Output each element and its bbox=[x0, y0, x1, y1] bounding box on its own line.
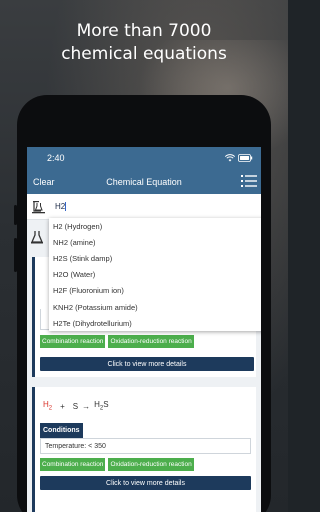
menu-list-icon[interactable] bbox=[241, 174, 257, 188]
suggestion-item[interactable]: H2S (Stink damp) bbox=[49, 250, 261, 266]
status-bar: 2:40 bbox=[27, 147, 261, 169]
suggestion-item[interactable]: KNH2 (Potassium amide) bbox=[49, 299, 261, 315]
phone-side-button bbox=[14, 238, 17, 272]
reaction-tag[interactable]: Combination reaction bbox=[40, 458, 106, 471]
suggestion-item[interactable]: NH2 (amine) bbox=[49, 234, 261, 250]
conditions-tab: Conditions bbox=[40, 423, 83, 438]
nav-bar: Clear Chemical Equation bbox=[27, 169, 261, 194]
reaction-arrow: → bbox=[82, 401, 91, 411]
flask-icon bbox=[32, 200, 45, 213]
reaction-tags: Combination reaction Oxidation-reduction… bbox=[35, 335, 199, 348]
clear-button[interactable]: Clear bbox=[33, 177, 55, 187]
reactant: S bbox=[72, 401, 79, 411]
status-time: 2:40 bbox=[47, 153, 65, 163]
condition-text: Temperature: < 350 bbox=[40, 438, 251, 454]
nav-title: Chemical Equation bbox=[106, 176, 182, 187]
view-details-button[interactable]: Click to view more details bbox=[40, 357, 254, 371]
suggestion-dropdown: H2 (Hydrogen) NH2 (amine) H2S (Stink dam… bbox=[49, 218, 261, 332]
reaction-tag[interactable]: Oxidation-reduction reaction bbox=[108, 335, 194, 348]
suggestion-item[interactable]: H2O (Water) bbox=[49, 267, 261, 283]
equation-card: H2 + S → H2S Conditions Temperature: < 3… bbox=[32, 387, 256, 512]
product: H2S bbox=[94, 400, 109, 412]
phone-side-button bbox=[14, 205, 17, 225]
reactant: H2 bbox=[43, 400, 53, 412]
search-bar: H2 bbox=[27, 194, 261, 220]
promo-line-1: More than 7000 bbox=[76, 21, 212, 41]
plus-sign: + bbox=[60, 401, 65, 411]
reaction-tag[interactable]: Combination reaction bbox=[40, 335, 106, 348]
reaction-tag[interactable]: Oxidation-reduction reaction bbox=[108, 458, 194, 471]
search-input[interactable]: H2 bbox=[55, 201, 67, 212]
search-input-value: H2 bbox=[55, 201, 66, 211]
flask-icon bbox=[31, 231, 43, 244]
chemical-equation: H2 + S → H2S bbox=[35, 387, 256, 415]
suggestion-item[interactable]: H2 (Hydrogen) bbox=[49, 218, 261, 234]
battery-icon bbox=[238, 154, 253, 162]
promo-line-2: chemical equations bbox=[61, 44, 227, 64]
text-caret bbox=[65, 202, 67, 212]
promo-headline: More than 7000 chemical equations bbox=[0, 20, 288, 66]
suggestion-item[interactable]: H2Te (Dihydrotellurium) bbox=[49, 315, 261, 331]
status-icons bbox=[225, 154, 253, 162]
view-details-button[interactable]: Click to view more details bbox=[40, 476, 251, 490]
wifi-icon bbox=[225, 154, 235, 162]
app-screen: 2:40 Clear Chemical Equation H2 H2 (Hydr… bbox=[27, 147, 261, 512]
suggestion-item[interactable]: H2F (Fluoronium ion) bbox=[49, 283, 261, 299]
reaction-tags: Combination reaction Oxidation-reduction… bbox=[35, 454, 256, 471]
